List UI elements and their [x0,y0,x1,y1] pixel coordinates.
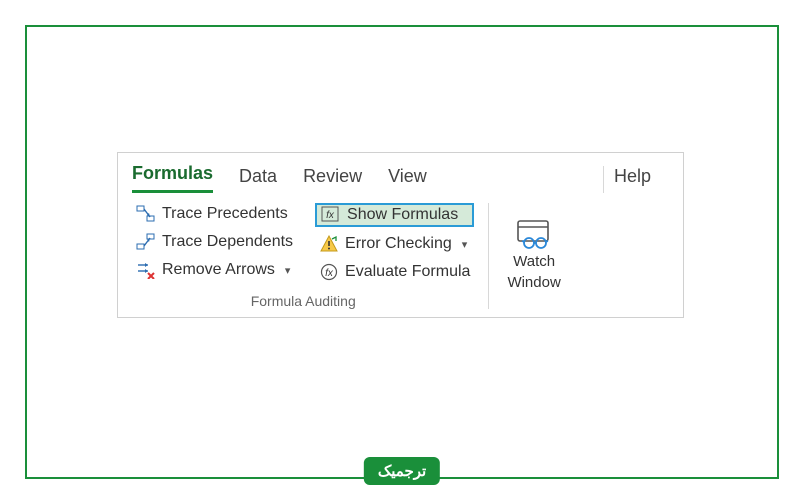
tab-data[interactable]: Data [239,166,277,193]
show-formulas-label: Show Formulas [347,206,458,224]
ribbon-panel: Formulas Data Review View Help [117,152,684,318]
tab-help[interactable]: Help [603,166,669,193]
watch-window-button[interactable]: Watch Window [503,203,564,309]
evaluate-formula-icon: fx [319,263,339,281]
trace-precedents-icon [136,205,156,223]
tab-view[interactable]: View [388,166,427,193]
group-label: Formula Auditing [132,293,474,309]
svg-text:fx: fx [325,268,334,279]
brand-badge: ترجمیک [364,457,440,485]
trace-precedents-label: Trace Precedents [162,205,288,223]
outer-frame: Formulas Data Review View Help [25,25,779,479]
trace-precedents-button[interactable]: Trace Precedents [132,203,297,225]
remove-arrows-icon [136,261,156,279]
remove-arrows-label: Remove Arrows [162,261,275,279]
show-formulas-button[interactable]: fx Show Formulas [315,203,474,227]
trace-dependents-icon [136,233,156,251]
ribbon-tabs: Formulas Data Review View Help [118,153,683,193]
error-checking-label: Error Checking [345,235,452,253]
trace-dependents-button[interactable]: Trace Dependents [132,231,297,253]
watch-window-label-2: Window [507,274,560,293]
chevron-down-icon[interactable]: ▾ [285,264,291,277]
group-formula-auditing: Trace Precedents Tra [132,203,474,309]
tab-review[interactable]: Review [303,166,362,193]
remove-arrows-button[interactable]: Remove Arrows ▾ [132,259,297,281]
watch-window-icon [515,219,553,251]
group-separator [488,203,489,309]
watch-window-label-1: Watch [513,253,555,272]
ribbon-body: Trace Precedents Tra [118,193,683,311]
chevron-down-icon[interactable]: ▾ [462,238,468,251]
trace-dependents-label: Trace Dependents [162,233,293,251]
error-checking-button[interactable]: Error Checking ▾ [315,233,474,255]
show-formulas-icon: fx [321,206,341,224]
svg-text:fx: fx [326,210,335,221]
tab-formulas[interactable]: Formulas [132,163,213,193]
error-checking-icon [319,235,339,253]
evaluate-formula-label: Evaluate Formula [345,263,470,281]
evaluate-formula-button[interactable]: fx Evaluate Formula [315,261,474,283]
